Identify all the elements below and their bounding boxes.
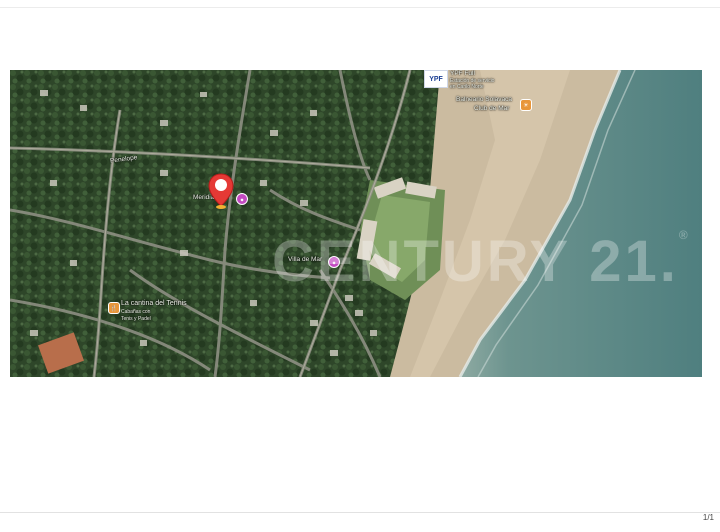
balneario-pin-icon[interactable]: ☀ [520,99,532,111]
cabanas-label: Cabañas con [121,309,151,315]
ypf-station-label: YPF Full [450,70,475,77]
satellite-map[interactable]: YPF YPF Full Estación de servicio en Car… [10,70,702,377]
restaurant-pin-icon[interactable]: 🍴 [108,302,120,314]
top-divider [0,7,720,8]
page-number: 1/1 [702,513,714,522]
map-pin-icon[interactable] [208,173,234,209]
meridiano-pin-icon[interactable]: ◆ [236,193,248,205]
century21-watermark: CENTURY 21.® [272,228,691,294]
club-label: Club de Mar [474,105,510,112]
tenis-padel-label: Tenis y Padel [121,316,151,322]
la-cantina-label: La cantina del Tennis [121,300,187,307]
map-imagery [10,70,702,377]
balneario-label: Balneario Solavaca [456,96,513,103]
ypf-logo[interactable]: YPF [424,70,448,88]
bottom-divider [0,512,720,513]
ypf-station-sub2: en Carilo Norte [450,84,484,90]
